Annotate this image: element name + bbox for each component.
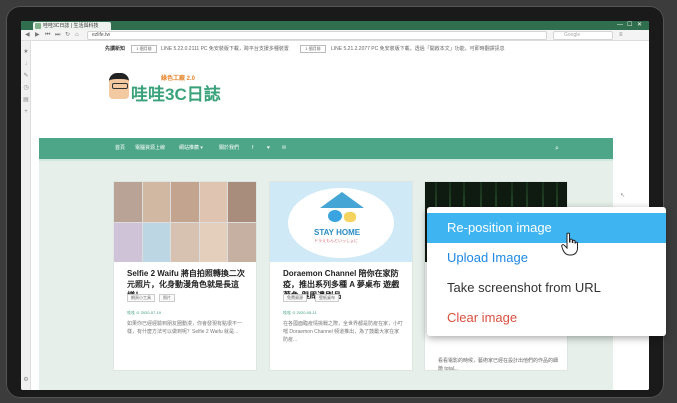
settings-icon[interactable]: ⚙ <box>23 377 29 383</box>
add-panel-icon[interactable]: + <box>23 109 29 115</box>
doraemon-icon <box>328 210 342 222</box>
browser-toolbar: ◀ ▶ ⏮ ⏭ ↻ ⌂ ezlife.tw Google ≡ <box>21 30 649 41</box>
tab-bar: 哇哇3C日誌 | 生活與科技 — ☐ ✕ <box>21 21 649 30</box>
stay-home-text: STAY HOME <box>314 228 361 237</box>
browser-sidebar: ★ ↓ ✎ ◷ ▤ + ⚙ <box>21 41 31 390</box>
ticker-label: 先讀新知 <box>105 46 126 52</box>
site-logo[interactable]: 綠色工廠 2.0 哇哇3C日誌 <box>109 73 221 109</box>
article-card[interactable]: STAY HOME ドラえもんといっしょに Doraemon Channel 陪… <box>269 181 413 371</box>
news-ticker: 先讀新知 1 個月前 LINE 5.22.0.2111 PC 免安裝版下載，跨平… <box>31 41 649 57</box>
reload-icon[interactable]: ↻ <box>65 32 70 39</box>
logo-avatar-icon <box>109 73 129 99</box>
download-icon[interactable]: ↓ <box>23 61 29 67</box>
ticker-link[interactable]: LINE 5.21.2.2077 PC 免安裝版下載，透過「開啟本文」功能，可即… <box>331 41 505 57</box>
house-roof-icon <box>320 192 364 208</box>
browser-tab[interactable]: 哇哇3C日誌 | 生活與科技 <box>33 22 111 30</box>
cursor-icon: ↖ <box>620 193 626 199</box>
article-meta: 哇哇 ⊙ 2020-07-19 <box>127 310 162 315</box>
nav-item-recommend[interactable]: 網站推薦 ▾ <box>179 138 203 159</box>
skip-back-icon[interactable]: ⏮ <box>45 32 50 39</box>
main-nav: 首頁 電腦資源上線 網站推薦 ▾ 關於我們 f ♥ ✉ ⌕ <box>39 138 613 159</box>
article-meta: 哇哇 ⊙ 2020-05-11 <box>283 310 317 315</box>
address-bar[interactable]: ezlife.tw <box>87 31 547 40</box>
maximize-icon[interactable]: ☐ <box>627 22 632 29</box>
nav-item-home[interactable]: 首頁 <box>115 138 125 159</box>
facebook-icon[interactable]: f <box>252 138 253 159</box>
forward-icon[interactable]: ▶ <box>35 32 40 39</box>
bookmark-icon[interactable]: ★ <box>23 49 29 55</box>
home-icon[interactable]: ⌂ <box>75 32 79 39</box>
skip-forward-icon[interactable]: ⏭ <box>55 32 60 39</box>
article-card[interactable]: Selfie 2 Waifu 將自拍照轉換二次元照片，化身動漫角色就是長這樣！ … <box>113 181 257 371</box>
nobita-icon <box>344 212 356 222</box>
article-excerpt: 看看電影的時候，藝術家已經在設計出他們的作品的細節 total... <box>438 358 559 372</box>
favicon-icon <box>35 23 41 29</box>
menu-item-clear-image[interactable]: Clear image <box>427 303 666 333</box>
ticker-badge: 1 個月前 <box>300 45 326 53</box>
menu-item-screenshot-from-url[interactable]: Take screenshot from URL <box>427 273 666 303</box>
menu-item-upload-image[interactable]: Upload Image <box>427 243 666 273</box>
notes-icon[interactable]: ✎ <box>23 73 29 79</box>
hand-cursor-icon <box>561 232 578 256</box>
nav-search-icon[interactable]: ⌕ <box>555 138 559 159</box>
back-icon[interactable]: ◀ <box>25 32 30 39</box>
ticker-badge: 1 個月前 <box>131 45 157 53</box>
history-icon[interactable]: ◷ <box>23 85 29 91</box>
browser-search-input[interactable]: Google <box>553 31 613 40</box>
article-tag[interactable]: 免費資源 <box>283 294 307 302</box>
article-excerpt: 如果你已經經驗到朋友圈動漫，你會發現有點很不一樣，有什麼方法可以做到呢？Self… <box>127 321 243 335</box>
article-tag[interactable]: 網頁小工具 <box>127 294 155 302</box>
article-tag[interactable]: 照片 <box>159 294 175 302</box>
article-excerpt: 在各國面臨疫情挑戰之際，全世界都是防疫在家，小叮噹 Doraemon Chann… <box>283 321 404 343</box>
minimize-icon[interactable]: — <box>617 22 623 29</box>
ticker-link[interactable]: LINE 5.22.0.2111 PC 免安裝版下載，跨平台支援多種裝置 <box>161 41 289 57</box>
stay-home-subtext: ドラえもんといっしょに <box>314 238 358 243</box>
logo-title: 哇哇3C日誌 <box>131 85 221 104</box>
menu-item-reposition-image[interactable]: Re-position image <box>427 213 666 243</box>
rss-icon[interactable]: ✉ <box>282 138 286 159</box>
nav-item-about[interactable]: 關於我們 <box>219 138 239 159</box>
close-icon[interactable]: ✕ <box>637 22 642 29</box>
tab-title: 哇哇3C日誌 | 生活與科技 <box>43 23 99 29</box>
image-context-menu: Re-position image Upload Image Take scre… <box>427 207 666 336</box>
article-tag[interactable]: 壁紙桌布 <box>315 294 339 302</box>
twitter-icon[interactable]: ♥ <box>267 138 270 159</box>
menu-icon[interactable]: ≡ <box>619 32 623 39</box>
article-thumbnail[interactable] <box>114 182 256 262</box>
article-thumbnail[interactable]: STAY HOME ドラえもんといっしょに <box>270 182 412 262</box>
nav-item-resources[interactable]: 電腦資源上線 <box>135 138 165 159</box>
panel-icon[interactable]: ▤ <box>23 97 29 103</box>
